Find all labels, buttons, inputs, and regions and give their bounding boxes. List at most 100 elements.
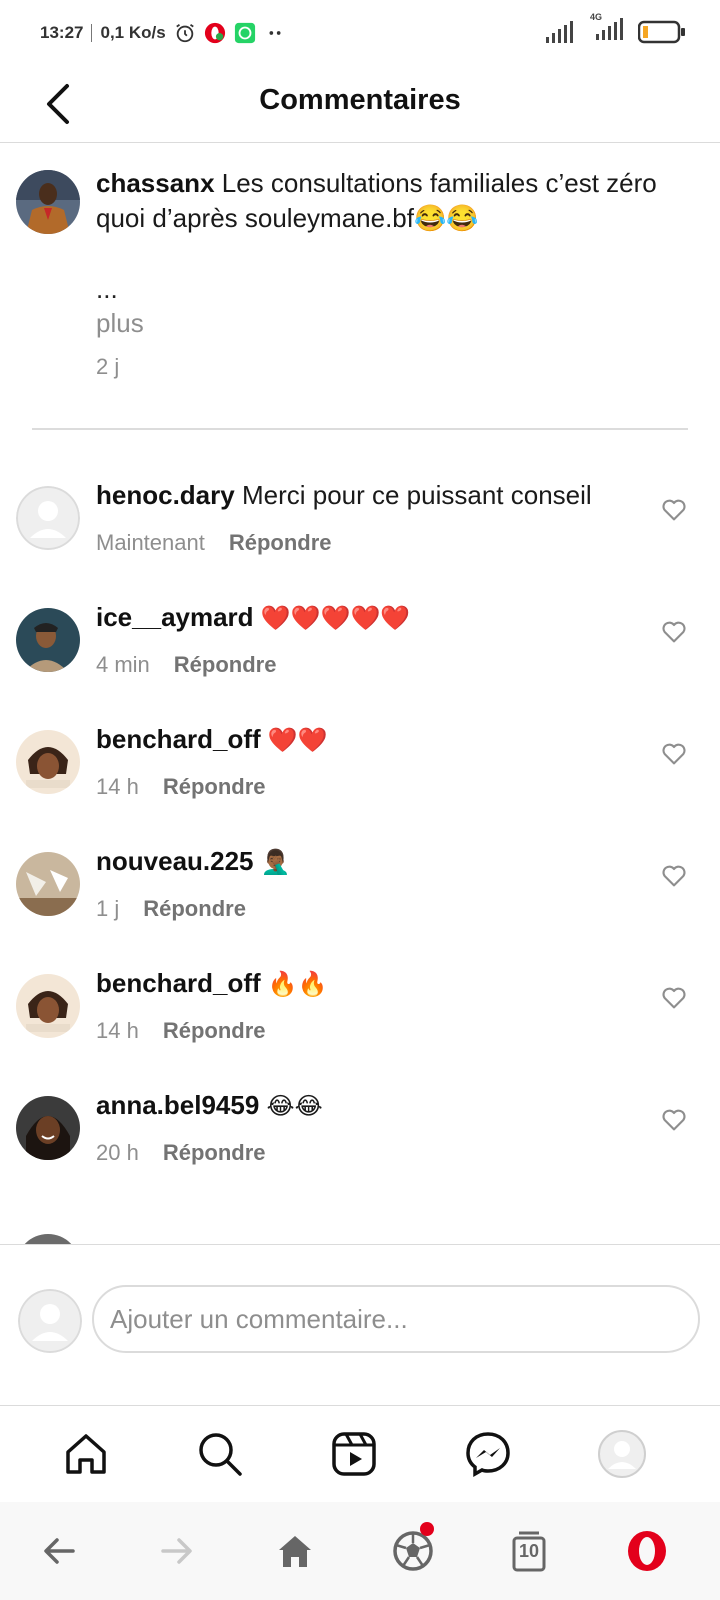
more-link[interactable]: plus (96, 308, 144, 339)
comment-body: Merci pour ce puissant conseil (241, 480, 592, 510)
user-photo (16, 730, 80, 794)
heart-icon[interactable] (660, 984, 688, 1012)
tab-count: 10 (518, 1541, 540, 1561)
default-avatar-icon (18, 1289, 82, 1353)
comment-text-line: ice__aymard ❤️❤️❤️❤️❤️ (96, 600, 410, 635)
user-photo (16, 974, 80, 1038)
network-type: 4G (590, 12, 603, 22)
back-arrow-icon (44, 1538, 75, 1564)
comment-username[interactable]: benchard_off (96, 968, 261, 998)
status-left: 13:27 0,1 Ko/s (40, 22, 286, 44)
avatar[interactable] (16, 1096, 80, 1160)
forward-arrow-icon (161, 1538, 192, 1564)
comment-meta: 1 j Répondre (96, 896, 246, 922)
comment-time: 20 h (96, 1140, 139, 1165)
header-bar: Commentaires (0, 66, 720, 143)
notification-dot (420, 1522, 434, 1536)
caption-username[interactable]: chassanx (96, 168, 215, 198)
avatar[interactable] (16, 974, 80, 1038)
comment-time: Maintenant (96, 530, 205, 555)
comment-time: 1 j (96, 896, 120, 921)
comment-body: 😂😂 (266, 1092, 323, 1120)
heart-icon[interactable] (660, 740, 688, 768)
comment-time: 4 min (96, 652, 150, 677)
comments-list[interactable]: henoc.dary Merci pour ce puissant consei… (0, 456, 720, 1244)
comment-body: ❤️❤️❤️❤️❤️ (260, 604, 411, 632)
comment-time: 14 h (96, 774, 139, 799)
browser-tabs-button[interactable]: 10 (504, 1526, 554, 1576)
reply-button[interactable]: Répondre (229, 530, 332, 556)
comment-meta: 14 h Répondre (96, 774, 266, 800)
nav-messenger[interactable] (460, 1426, 516, 1482)
nav-profile[interactable] (594, 1426, 650, 1482)
comment-username[interactable]: anna.bel9459 (96, 1090, 259, 1120)
comment-meta: 4 min Répondre (96, 652, 276, 678)
user-photo (16, 608, 80, 672)
status-time: 13:27 (40, 23, 84, 42)
browser-football-button[interactable] (388, 1522, 438, 1576)
author-photo (16, 170, 80, 234)
caption-ellipsis: ... (96, 274, 118, 304)
comment-username[interactable]: henoc.dary (96, 480, 235, 510)
signal-4g-group: 4G (588, 12, 624, 45)
opera-icon (628, 1531, 666, 1571)
avatar (18, 1289, 82, 1353)
avatar[interactable] (16, 170, 80, 234)
status-separator (91, 24, 93, 42)
heart-icon[interactable] (660, 1106, 688, 1134)
reply-button[interactable]: Répondre (174, 652, 277, 678)
browser-back-button[interactable] (34, 1526, 84, 1576)
browser-toolbar: 10 (0, 1502, 720, 1600)
comment-meta: 14 h Répondre (96, 1018, 266, 1044)
comment-username[interactable]: ice__aymard (96, 602, 254, 632)
status-bar: 13:27 0,1 Ko/s 4G (0, 0, 720, 66)
reply-button[interactable]: Répondre (143, 896, 246, 922)
comment-item: henoc.dary Merci pour ce puissant consei… (0, 456, 720, 580)
avatar[interactable] (16, 608, 80, 672)
browser-forward-button[interactable] (152, 1526, 202, 1576)
comment-text-line: henoc.dary Merci pour ce puissant consei… (96, 478, 592, 512)
profile-avatar (598, 1430, 646, 1478)
avatar[interactable] (16, 1234, 80, 1244)
default-avatar-icon (16, 486, 80, 550)
nav-reels[interactable] (326, 1426, 382, 1482)
signal-icon (546, 20, 573, 43)
heart-icon[interactable] (660, 862, 688, 890)
comment-text-line: nouveau.225 🤦🏾‍♂️ (96, 844, 291, 879)
whatsapp-icon (234, 22, 255, 44)
browser-home-button[interactable] (270, 1526, 320, 1576)
reels-icon (332, 1432, 376, 1476)
heart-icon[interactable] (660, 496, 688, 524)
nav-search[interactable] (192, 1426, 248, 1482)
avatar[interactable] (16, 730, 80, 794)
reply-button[interactable]: Répondre (163, 1140, 266, 1166)
user-photo (16, 852, 80, 916)
battery-icon (638, 20, 685, 43)
nav-home[interactable] (58, 1426, 114, 1482)
comment-item: nouveau.225 🤦🏾‍♂️ 1 j Répondre (0, 822, 720, 946)
user-photo (16, 1096, 80, 1160)
reply-button[interactable]: Répondre (163, 774, 266, 800)
more-dots-icon (269, 31, 281, 35)
divider (32, 428, 688, 430)
heart-icon[interactable] (660, 618, 688, 646)
avatar[interactable] (16, 852, 80, 916)
comment-time: 14 h (96, 1018, 139, 1043)
opera-menu-button[interactable] (622, 1526, 672, 1576)
post-caption: chassanx Les consultations familiales c’… (0, 142, 720, 432)
comment-item: benchard_off ❤️❤️ 14 h Répondre (0, 700, 720, 824)
avatar[interactable] (16, 486, 80, 550)
opera-notification-icon (204, 22, 225, 44)
comment-username[interactable]: benchard_off (96, 724, 261, 754)
comment-input[interactable] (92, 1285, 700, 1353)
comment-item-partial (0, 1204, 720, 1244)
search-icon (199, 1433, 242, 1476)
page-title: Commentaires (259, 84, 461, 116)
comment-body: 🤦🏾‍♂️ (260, 848, 291, 876)
reply-button[interactable]: Répondre (163, 1018, 266, 1044)
comment-text-line: benchard_off 🔥🔥 (96, 966, 328, 1001)
messenger-icon (466, 1432, 510, 1478)
home-icon (279, 1536, 311, 1567)
comment-username[interactable]: nouveau.225 (96, 846, 254, 876)
comment-meta: 20 h Répondre (96, 1140, 266, 1166)
